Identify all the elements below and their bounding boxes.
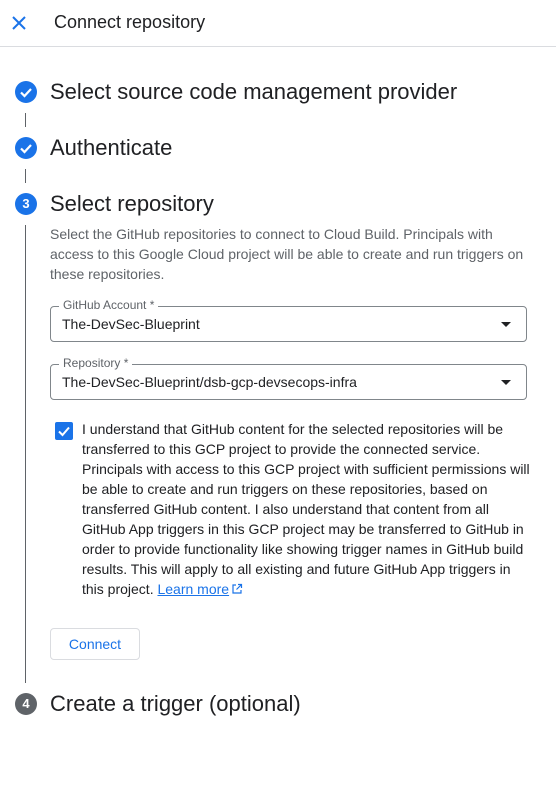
close-icon[interactable]: [8, 12, 30, 34]
step-2-check-icon: [15, 137, 37, 159]
step-3-title: Select repository: [50, 191, 214, 216]
step-4-number-icon: 4: [15, 693, 37, 715]
external-link-icon: [231, 580, 243, 600]
github-account-label: GitHub Account *: [59, 298, 159, 312]
step-4-title: Create a trigger (optional): [50, 691, 301, 716]
acknowledgement-checkbox[interactable]: [55, 422, 73, 440]
dropdown-arrow-icon: [501, 322, 511, 327]
repository-label: Repository *: [59, 356, 133, 370]
dialog-title: Connect repository: [54, 12, 206, 32]
step-2-title: Authenticate: [50, 135, 173, 160]
step-connector: [25, 113, 26, 127]
connect-button[interactable]: Connect: [50, 628, 140, 660]
github-account-value: The-DevSec-Blueprint: [62, 316, 200, 332]
acknowledgement-body: I understand that GitHub content for the…: [82, 421, 530, 597]
acknowledgement-text: I understand that GitHub content for the…: [82, 419, 532, 600]
repository-value: The-DevSec-Blueprint/dsb-gcp-devsecops-i…: [62, 374, 357, 390]
dropdown-arrow-icon: [501, 380, 511, 385]
step-1-check-icon: [15, 81, 37, 103]
step-1-title: Select source code management provider: [50, 79, 458, 104]
step-3-description: Select the GitHub repositories to connec…: [50, 226, 524, 282]
step-connector: [25, 225, 26, 683]
repository-select[interactable]: Repository * The-DevSec-Blueprint/dsb-gc…: [50, 356, 527, 400]
dialog-header: Connect repository: [0, 0, 556, 47]
step-connector: [25, 169, 26, 183]
step-3-number-icon: 3: [15, 193, 37, 215]
learn-more-link[interactable]: Learn more: [157, 581, 229, 597]
github-account-select[interactable]: GitHub Account * The-DevSec-Blueprint: [50, 298, 527, 342]
